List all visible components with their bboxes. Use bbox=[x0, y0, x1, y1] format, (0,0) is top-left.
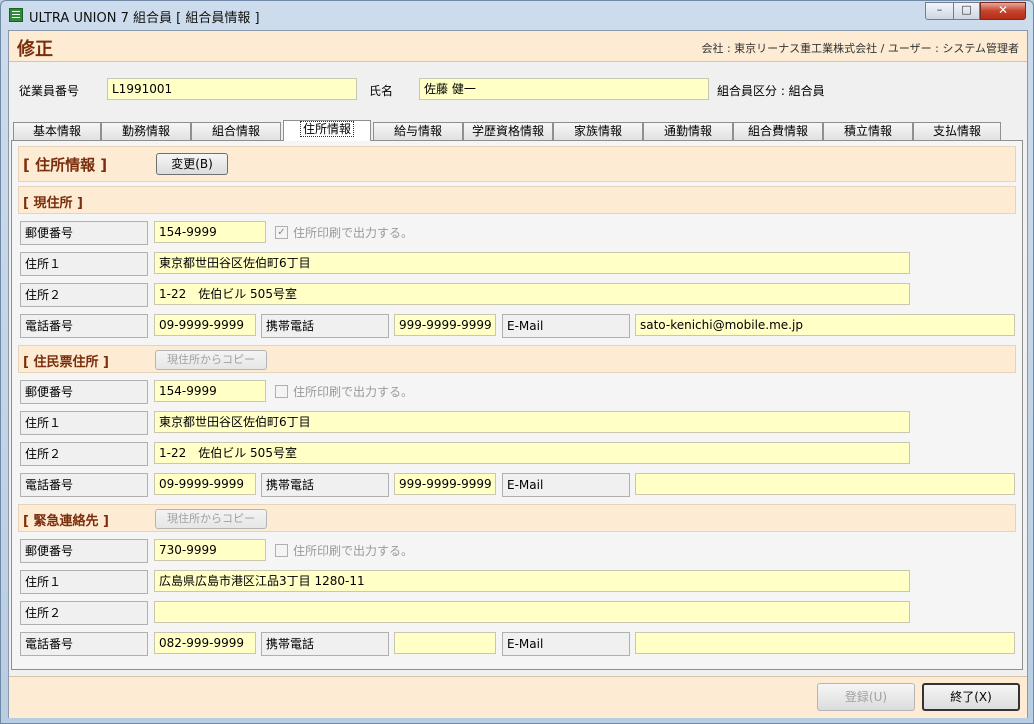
emergency-postal-label: 郵便番号 bbox=[20, 539, 148, 563]
tab-label: 積立情報 bbox=[843, 124, 892, 138]
change-button[interactable]: 変更(B) bbox=[156, 153, 228, 175]
window-title: ULTRA UNION 7 組合員 [ 組合員情報 ] bbox=[29, 11, 260, 26]
emergency-phone-field[interactable]: 082-999-9999 bbox=[154, 632, 256, 654]
tab-education[interactable]: 学歴資格情報 bbox=[463, 122, 553, 140]
panel-title: [ 住所情報 ] bbox=[23, 156, 108, 174]
address-tab-panel: [ 住所情報 ] 変更(B) [ 現住所 ] 郵便番号 154-9999 ✓ 住… bbox=[11, 140, 1023, 670]
resident-copy-button[interactable]: 現住所からコピー bbox=[155, 350, 267, 370]
current-mobile-label: 携帯電話 bbox=[261, 314, 389, 338]
tab-strip: 基本情報 勤務情報 組合情報 住所情報 給与情報 学歴資格情報 家族情報 通勤情… bbox=[11, 120, 1023, 141]
resident-mobile-field[interactable]: 999-9999-9999 bbox=[394, 473, 496, 495]
tab-label: 学歴資格情報 bbox=[471, 124, 544, 138]
tab-payment[interactable]: 支払情報 bbox=[913, 122, 1001, 140]
resident-address2-label: 住所２ bbox=[20, 442, 148, 466]
client-area: 修正 会社 : 東京リーナス重工業株式会社 / ユーザー : システム管理者 従… bbox=[8, 30, 1028, 718]
employee-id-field[interactable]: L1991001 bbox=[107, 78, 357, 100]
tab-label: 支払情報 bbox=[932, 124, 981, 138]
tab-family[interactable]: 家族情報 bbox=[553, 122, 643, 140]
minimize-button[interactable]: – bbox=[925, 2, 953, 20]
current-address-title: [ 現住所 ] bbox=[23, 196, 83, 211]
resident-phone-field[interactable]: 09-9999-9999 bbox=[154, 473, 256, 495]
emergency-contact-header: [ 緊急連絡先 ] 現住所からコピー bbox=[18, 504, 1016, 532]
emergency-email-field[interactable] bbox=[635, 632, 1015, 654]
tab-union[interactable]: 組合情報 bbox=[191, 122, 281, 140]
emergency-contact-title: [ 緊急連絡先 ] bbox=[23, 514, 109, 529]
current-address1-label: 住所１ bbox=[20, 252, 148, 276]
current-address2-label: 住所２ bbox=[20, 283, 148, 307]
tab-label: 勤務情報 bbox=[121, 124, 170, 138]
current-email-field[interactable]: sato-kenichi@mobile.me.jp bbox=[635, 314, 1015, 336]
maximize-button[interactable]: □ bbox=[953, 2, 980, 20]
tab-label: 給与情報 bbox=[393, 124, 442, 138]
panel-header: [ 住所情報 ] 変更(B) bbox=[18, 146, 1016, 182]
company-user-info: 会社 : 東京リーナス重工業株式会社 / ユーザー : システム管理者 bbox=[701, 42, 1019, 55]
header-bar: 修正 会社 : 東京リーナス重工業株式会社 / ユーザー : システム管理者 bbox=[9, 31, 1027, 62]
current-print-checkbox[interactable]: ✓ bbox=[275, 226, 288, 239]
tab-label: 組合費情報 bbox=[747, 124, 808, 138]
resident-email-field[interactable] bbox=[635, 473, 1015, 495]
current-phone-field[interactable]: 09-9999-9999 bbox=[154, 314, 256, 336]
emergency-postal-field[interactable]: 730-9999 bbox=[154, 539, 266, 561]
exit-button[interactable]: 終了(X) bbox=[922, 683, 1020, 711]
resident-address1-field[interactable]: 東京都世田谷区佐伯町6丁目 bbox=[154, 411, 910, 433]
current-email-label: E-Mail bbox=[502, 314, 630, 338]
tab-label: 基本情報 bbox=[32, 124, 81, 138]
emergency-address2-label: 住所２ bbox=[20, 601, 148, 625]
current-address2-field[interactable]: 1-22 佐伯ビル 505号室 bbox=[154, 283, 910, 305]
name-label: 氏名 bbox=[369, 84, 394, 98]
resident-address-title: [ 住民票住所 ] bbox=[23, 355, 109, 370]
tab-commute[interactable]: 通勤情報 bbox=[643, 122, 733, 140]
emergency-mobile-label: 携帯電話 bbox=[261, 632, 389, 656]
emergency-address1-label: 住所１ bbox=[20, 570, 148, 594]
tab-label: 家族情報 bbox=[573, 124, 622, 138]
resident-address2-field[interactable]: 1-22 佐伯ビル 505号室 bbox=[154, 442, 910, 464]
app-window: ULTRA UNION 7 組合員 [ 組合員情報 ] – □ ✕ 修正 会社 … bbox=[0, 0, 1034, 724]
mode-title: 修正 bbox=[17, 39, 53, 60]
resident-postal-field[interactable]: 154-9999 bbox=[154, 380, 266, 402]
resident-address1-label: 住所１ bbox=[20, 411, 148, 435]
tab-label: 通勤情報 bbox=[663, 124, 712, 138]
current-postal-label: 郵便番号 bbox=[20, 221, 148, 245]
tab-label: 住所情報 bbox=[299, 121, 354, 137]
emergency-copy-button[interactable]: 現住所からコピー bbox=[155, 509, 267, 529]
name-field[interactable]: 佐藤 健一 bbox=[419, 78, 709, 100]
tab-salary[interactable]: 給与情報 bbox=[373, 122, 463, 140]
member-type: 組合員区分 : 組合員 bbox=[717, 84, 825, 98]
resident-phone-label: 電話番号 bbox=[20, 473, 148, 497]
emergency-mobile-field[interactable] bbox=[394, 632, 496, 654]
emergency-phone-label: 電話番号 bbox=[20, 632, 148, 656]
resident-postal-label: 郵便番号 bbox=[20, 380, 148, 404]
resident-address-header: [ 住民票住所 ] 現住所からコピー bbox=[18, 345, 1016, 373]
resident-print-label: 住所印刷で出力する。 bbox=[293, 385, 414, 399]
tab-basic[interactable]: 基本情報 bbox=[13, 122, 101, 140]
current-address-header: [ 現住所 ] bbox=[18, 186, 1016, 214]
emergency-address1-field[interactable]: 広島県広島市港区江品3丁目 1280-11 bbox=[154, 570, 910, 592]
tab-work[interactable]: 勤務情報 bbox=[101, 122, 191, 140]
tab-fee[interactable]: 組合費情報 bbox=[733, 122, 823, 140]
close-button[interactable]: ✕ bbox=[980, 2, 1026, 20]
current-address1-field[interactable]: 東京都世田谷区佐伯町6丁目 bbox=[154, 252, 910, 274]
tab-savings[interactable]: 積立情報 bbox=[823, 122, 913, 140]
emergency-email-label: E-Mail bbox=[502, 632, 630, 656]
footer-bar: 登録(U) 終了(X) bbox=[9, 676, 1027, 718]
current-print-label: 住所印刷で出力する。 bbox=[293, 226, 414, 240]
tab-label: 組合情報 bbox=[211, 124, 260, 138]
emergency-print-label: 住所印刷で出力する。 bbox=[293, 544, 414, 558]
app-icon bbox=[9, 8, 23, 22]
register-button[interactable]: 登録(U) bbox=[817, 683, 915, 711]
resident-email-label: E-Mail bbox=[502, 473, 630, 497]
resident-mobile-label: 携帯電話 bbox=[261, 473, 389, 497]
resident-print-checkbox[interactable] bbox=[275, 385, 288, 398]
emergency-print-checkbox[interactable] bbox=[275, 544, 288, 557]
employee-id-label: 従業員番号 bbox=[19, 84, 80, 98]
title-bar[interactable]: ULTRA UNION 7 組合員 [ 組合員情報 ] – □ ✕ bbox=[1, 1, 1033, 29]
emergency-address2-field[interactable] bbox=[154, 601, 910, 623]
tab-address[interactable]: 住所情報 bbox=[283, 120, 371, 141]
current-postal-field[interactable]: 154-9999 bbox=[154, 221, 266, 243]
current-phone-label: 電話番号 bbox=[20, 314, 148, 338]
current-mobile-field[interactable]: 999-9999-9999 bbox=[394, 314, 496, 336]
